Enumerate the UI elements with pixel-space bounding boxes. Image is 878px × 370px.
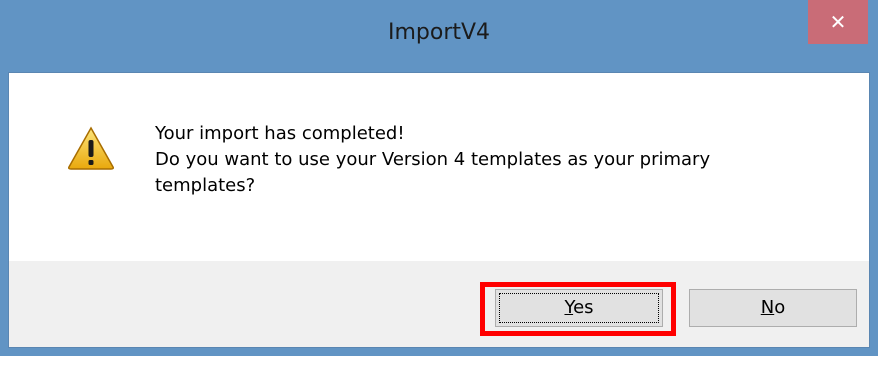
- close-icon: ✕: [829, 10, 847, 34]
- window-title: ImportV4: [387, 20, 491, 45]
- focus-ring: [499, 293, 659, 323]
- close-button[interactable]: ✕: [808, 0, 868, 44]
- no-label-rest: o: [774, 297, 786, 318]
- message-line: Do you want to use your Version 4 templa…: [155, 149, 711, 170]
- dialog-body: Your import has completed! Do you want t…: [8, 72, 870, 348]
- warning-icon: [68, 126, 114, 170]
- button-bar: Yes No: [9, 261, 869, 347]
- yes-button[interactable]: Yes: [495, 289, 663, 327]
- message-line: Your import has completed!: [155, 123, 405, 144]
- message-area: Your import has completed! Do you want t…: [9, 73, 869, 261]
- message-line: templates?: [155, 175, 256, 196]
- title-bar[interactable]: ImportV4 ✕: [0, 0, 878, 72]
- message-text: Your import has completed! Do you want t…: [155, 121, 835, 199]
- no-accel: N: [760, 297, 775, 318]
- dialog-window: ImportV4 ✕ Your import has completed! Do…: [0, 0, 878, 356]
- no-button[interactable]: No: [689, 289, 857, 327]
